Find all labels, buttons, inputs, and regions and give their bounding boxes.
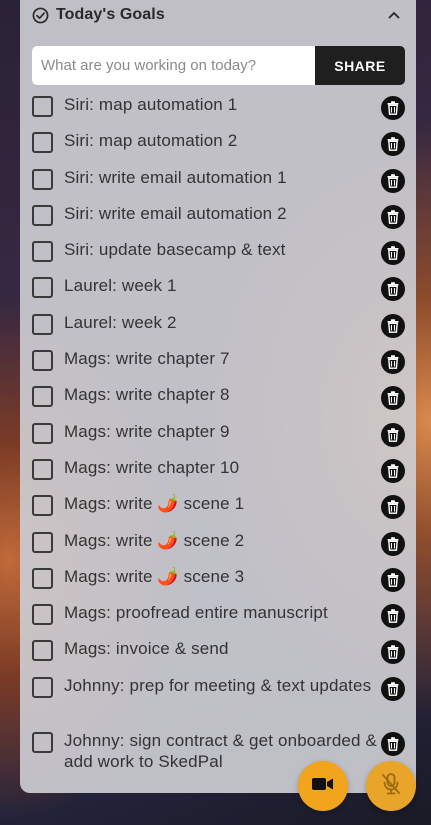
goal-input[interactable] [32,46,315,85]
trash-icon[interactable] [381,96,405,120]
trash-icon[interactable] [381,241,405,266]
goal-label: Mags: write chapter 8 [64,385,230,405]
goal-item: Mags: write 🌶️ scene 1 [20,493,416,529]
goal-item: Mags: write chapter 10 [20,457,416,493]
goal-label: Mags: write chapter 10 [64,457,240,477]
goal-label: Johnny: prep for meeting & text updates [64,675,372,695]
goal-item: Mags: write 🌶️ scene 3 [20,566,416,602]
trash-icon[interactable] [381,168,405,193]
mic-button[interactable] [366,761,416,811]
trash-icon[interactable] [381,531,405,556]
goal-item: Siri: write email automation 2 [20,203,416,239]
goal-item: Johnny: prep for meeting & text updates [20,675,416,730]
share-button[interactable]: SHARE [315,46,405,85]
trash-icon[interactable] [381,640,405,665]
goal-item: Mags: write chapter 8 [20,384,416,420]
goal-item: Mags: write chapter 9 [20,421,416,457]
goal-checkbox[interactable] [32,731,53,753]
chevron-up-icon[interactable] [386,7,402,23]
goal-checkbox[interactable] [32,495,53,517]
check-circle-icon [32,7,49,24]
goal-checkbox[interactable] [32,168,53,190]
goal-item: Siri: update basecamp & text [20,239,416,275]
trash-icon[interactable] [381,386,405,411]
goal-item: Mags: proofread entire manuscript [20,602,416,638]
goal-item: Siri: map automation 1 [20,94,416,130]
trash-icon[interactable] [381,204,405,229]
goal-item: Johnny: sign contract & get onboarded & … [20,730,416,785]
goal-item: Siri: map automation 2 [20,130,416,166]
goal-checkbox[interactable] [32,458,53,480]
goal-checkbox[interactable] [32,422,53,444]
goal-label: Laurel: week 2 [64,312,177,332]
goal-list: Siri: map automation 1 Siri: map automati… [20,94,416,785]
trash-icon[interactable] [381,277,405,302]
goal-item: Mags: write chapter 7 [20,348,416,384]
trash-icon[interactable] [381,676,405,701]
goal-checkbox[interactable] [32,386,53,408]
goal-item: Mags: invoice & send [20,638,416,674]
microphone-muted-icon [380,772,402,801]
goal-label: Mags: write 🌶️ scene 1 [64,494,245,514]
goal-checkbox[interactable] [32,241,53,263]
goal-item: Laurel: week 2 [20,312,416,348]
goal-checkbox[interactable] [32,350,53,372]
goal-checkbox[interactable] [32,96,53,117]
goal-label: Mags: proofread entire manuscript [64,603,328,623]
trash-icon[interactable] [381,731,405,756]
trash-icon[interactable] [381,567,405,592]
goal-checkbox[interactable] [32,604,53,626]
goal-label: Mags: write 🌶️ scene 2 [64,530,245,550]
panel-header: Today's Goals [20,0,416,34]
trash-icon[interactable] [381,132,405,157]
goal-checkbox[interactable] [32,640,53,662]
goal-checkbox[interactable] [32,531,53,553]
goal-checkbox[interactable] [32,204,53,226]
goal-label: Siri: map automation 2 [64,131,238,151]
trash-icon[interactable] [381,604,405,629]
goal-label: Laurel: week 1 [64,276,177,296]
goal-checkbox[interactable] [32,277,53,299]
goal-label: Mags: write chapter 9 [64,421,230,441]
trash-icon[interactable] [381,458,405,483]
goal-label: Siri: write email automation 1 [64,167,287,187]
goal-checkbox[interactable] [32,313,53,335]
trash-icon[interactable] [381,495,405,520]
trash-icon[interactable] [381,422,405,447]
todays-goals-panel: Today's Goals SHARE Siri: map automation… [20,0,416,793]
video-camera-icon [312,776,334,797]
panel-title: Today's Goals [56,6,165,23]
camera-button[interactable] [298,761,348,811]
goal-label: Siri: update basecamp & text [64,240,286,260]
trash-icon[interactable] [381,313,405,338]
goal-item: Mags: write 🌶️ scene 2 [20,530,416,566]
goal-checkbox[interactable] [32,567,53,589]
trash-icon[interactable] [381,350,405,375]
goal-item: Siri: write email automation 1 [20,167,416,203]
goal-label: Mags: invoice & send [64,639,229,659]
goal-label: Siri: map automation 1 [64,95,238,114]
goal-label: Mags: write chapter 7 [64,349,230,369]
goal-label: Siri: write email automation 2 [64,203,287,223]
goal-label: Mags: write 🌶️ scene 3 [64,566,245,586]
goal-item: Laurel: week 1 [20,275,416,311]
goal-checkbox[interactable] [32,132,53,154]
goal-input-row: SHARE [32,46,405,85]
goal-checkbox[interactable] [32,676,53,698]
